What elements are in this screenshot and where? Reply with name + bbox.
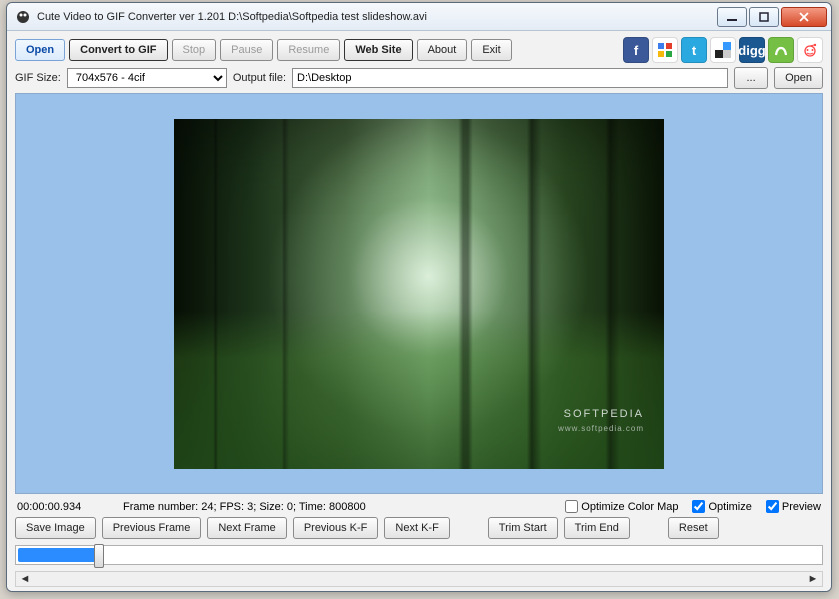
- window-title: Cute Video to GIF Converter ver 1.201 D:…: [37, 11, 715, 23]
- digg-icon[interactable]: digg: [739, 37, 765, 63]
- position-slider[interactable]: [15, 545, 823, 565]
- save-image-button[interactable]: Save Image: [15, 517, 96, 539]
- previous-kf-button[interactable]: Previous K-F: [293, 517, 379, 539]
- optimize-colormap-checkbox[interactable]: Optimize Color Map: [565, 500, 678, 513]
- outputfile-input[interactable]: [292, 68, 728, 88]
- facebook-icon[interactable]: f: [623, 37, 649, 63]
- delicious-icon[interactable]: [710, 37, 736, 63]
- optimize-input[interactable]: [692, 500, 705, 513]
- maximize-button[interactable]: [749, 7, 779, 27]
- exit-button[interactable]: Exit: [471, 39, 511, 61]
- scroll-left-icon[interactable]: ◄: [18, 573, 32, 585]
- outputfile-label: Output file:: [233, 72, 286, 84]
- preview-frame: SOFTPEDIA www.softpedia.com: [174, 119, 664, 469]
- app-window: Cute Video to GIF Converter ver 1.201 D:…: [6, 2, 832, 592]
- twitter-icon[interactable]: t: [681, 37, 707, 63]
- minimize-button[interactable]: [717, 7, 747, 27]
- watermark-text: SOFTPEDIA: [564, 408, 644, 420]
- optimize-checkbox[interactable]: Optimize: [692, 500, 751, 513]
- trim-start-button[interactable]: Trim Start: [488, 517, 558, 539]
- options-row: GIF Size: 704x576 - 4cif Output file: ..…: [15, 67, 823, 89]
- convert-button[interactable]: Convert to GIF: [69, 39, 167, 61]
- reddit-icon[interactable]: [797, 37, 823, 63]
- open-output-button[interactable]: Open: [774, 67, 823, 89]
- slider-fill: [18, 548, 96, 562]
- slider-thumb[interactable]: [94, 544, 104, 568]
- close-button[interactable]: [781, 7, 827, 27]
- app-icon: [15, 9, 31, 25]
- scroll-right-icon[interactable]: ►: [806, 573, 820, 585]
- horizontal-scrollbar[interactable]: ◄ ►: [15, 571, 823, 587]
- about-button[interactable]: About: [417, 39, 468, 61]
- watermark: SOFTPEDIA www.softpedia.com: [558, 406, 644, 433]
- stop-button[interactable]: Stop: [172, 39, 217, 61]
- stumbleupon-icon[interactable]: [768, 37, 794, 63]
- gifsize-label: GIF Size:: [15, 72, 61, 84]
- reset-button[interactable]: Reset: [668, 517, 719, 539]
- timecode: 00:00:00.934: [17, 501, 109, 513]
- frame-info: Frame number: 24; FPS: 3; Size: 0; Time:…: [123, 501, 366, 513]
- trim-end-button[interactable]: Trim End: [564, 517, 630, 539]
- website-button[interactable]: Web Site: [344, 39, 412, 61]
- window-buttons: [715, 7, 827, 27]
- client-area: Open Convert to GIF Stop Pause Resume We…: [7, 31, 831, 591]
- next-frame-button[interactable]: Next Frame: [207, 517, 286, 539]
- next-kf-button[interactable]: Next K-F: [384, 517, 449, 539]
- browse-button[interactable]: ...: [734, 67, 768, 89]
- preview-input[interactable]: [766, 500, 779, 513]
- titlebar[interactable]: Cute Video to GIF Converter ver 1.201 D:…: [7, 3, 831, 31]
- optimize-colormap-input[interactable]: [565, 500, 578, 513]
- google-icon[interactable]: [652, 37, 678, 63]
- social-bar: f t digg: [623, 37, 823, 63]
- previous-frame-button[interactable]: Previous Frame: [102, 517, 202, 539]
- pause-button[interactable]: Pause: [220, 39, 273, 61]
- preview-checkbox[interactable]: Preview: [766, 500, 821, 513]
- watermark-sub: www.softpedia.com: [558, 424, 644, 433]
- main-toolbar: Open Convert to GIF Stop Pause Resume We…: [15, 37, 823, 63]
- open-button[interactable]: Open: [15, 39, 65, 61]
- frame-buttons: Save Image Previous Frame Next Frame Pre…: [15, 517, 823, 539]
- preview-area: SOFTPEDIA www.softpedia.com: [15, 93, 823, 494]
- status-row: 00:00:00.934 Frame number: 24; FPS: 3; S…: [15, 498, 823, 513]
- gifsize-select[interactable]: 704x576 - 4cif: [67, 68, 227, 88]
- resume-button[interactable]: Resume: [277, 39, 340, 61]
